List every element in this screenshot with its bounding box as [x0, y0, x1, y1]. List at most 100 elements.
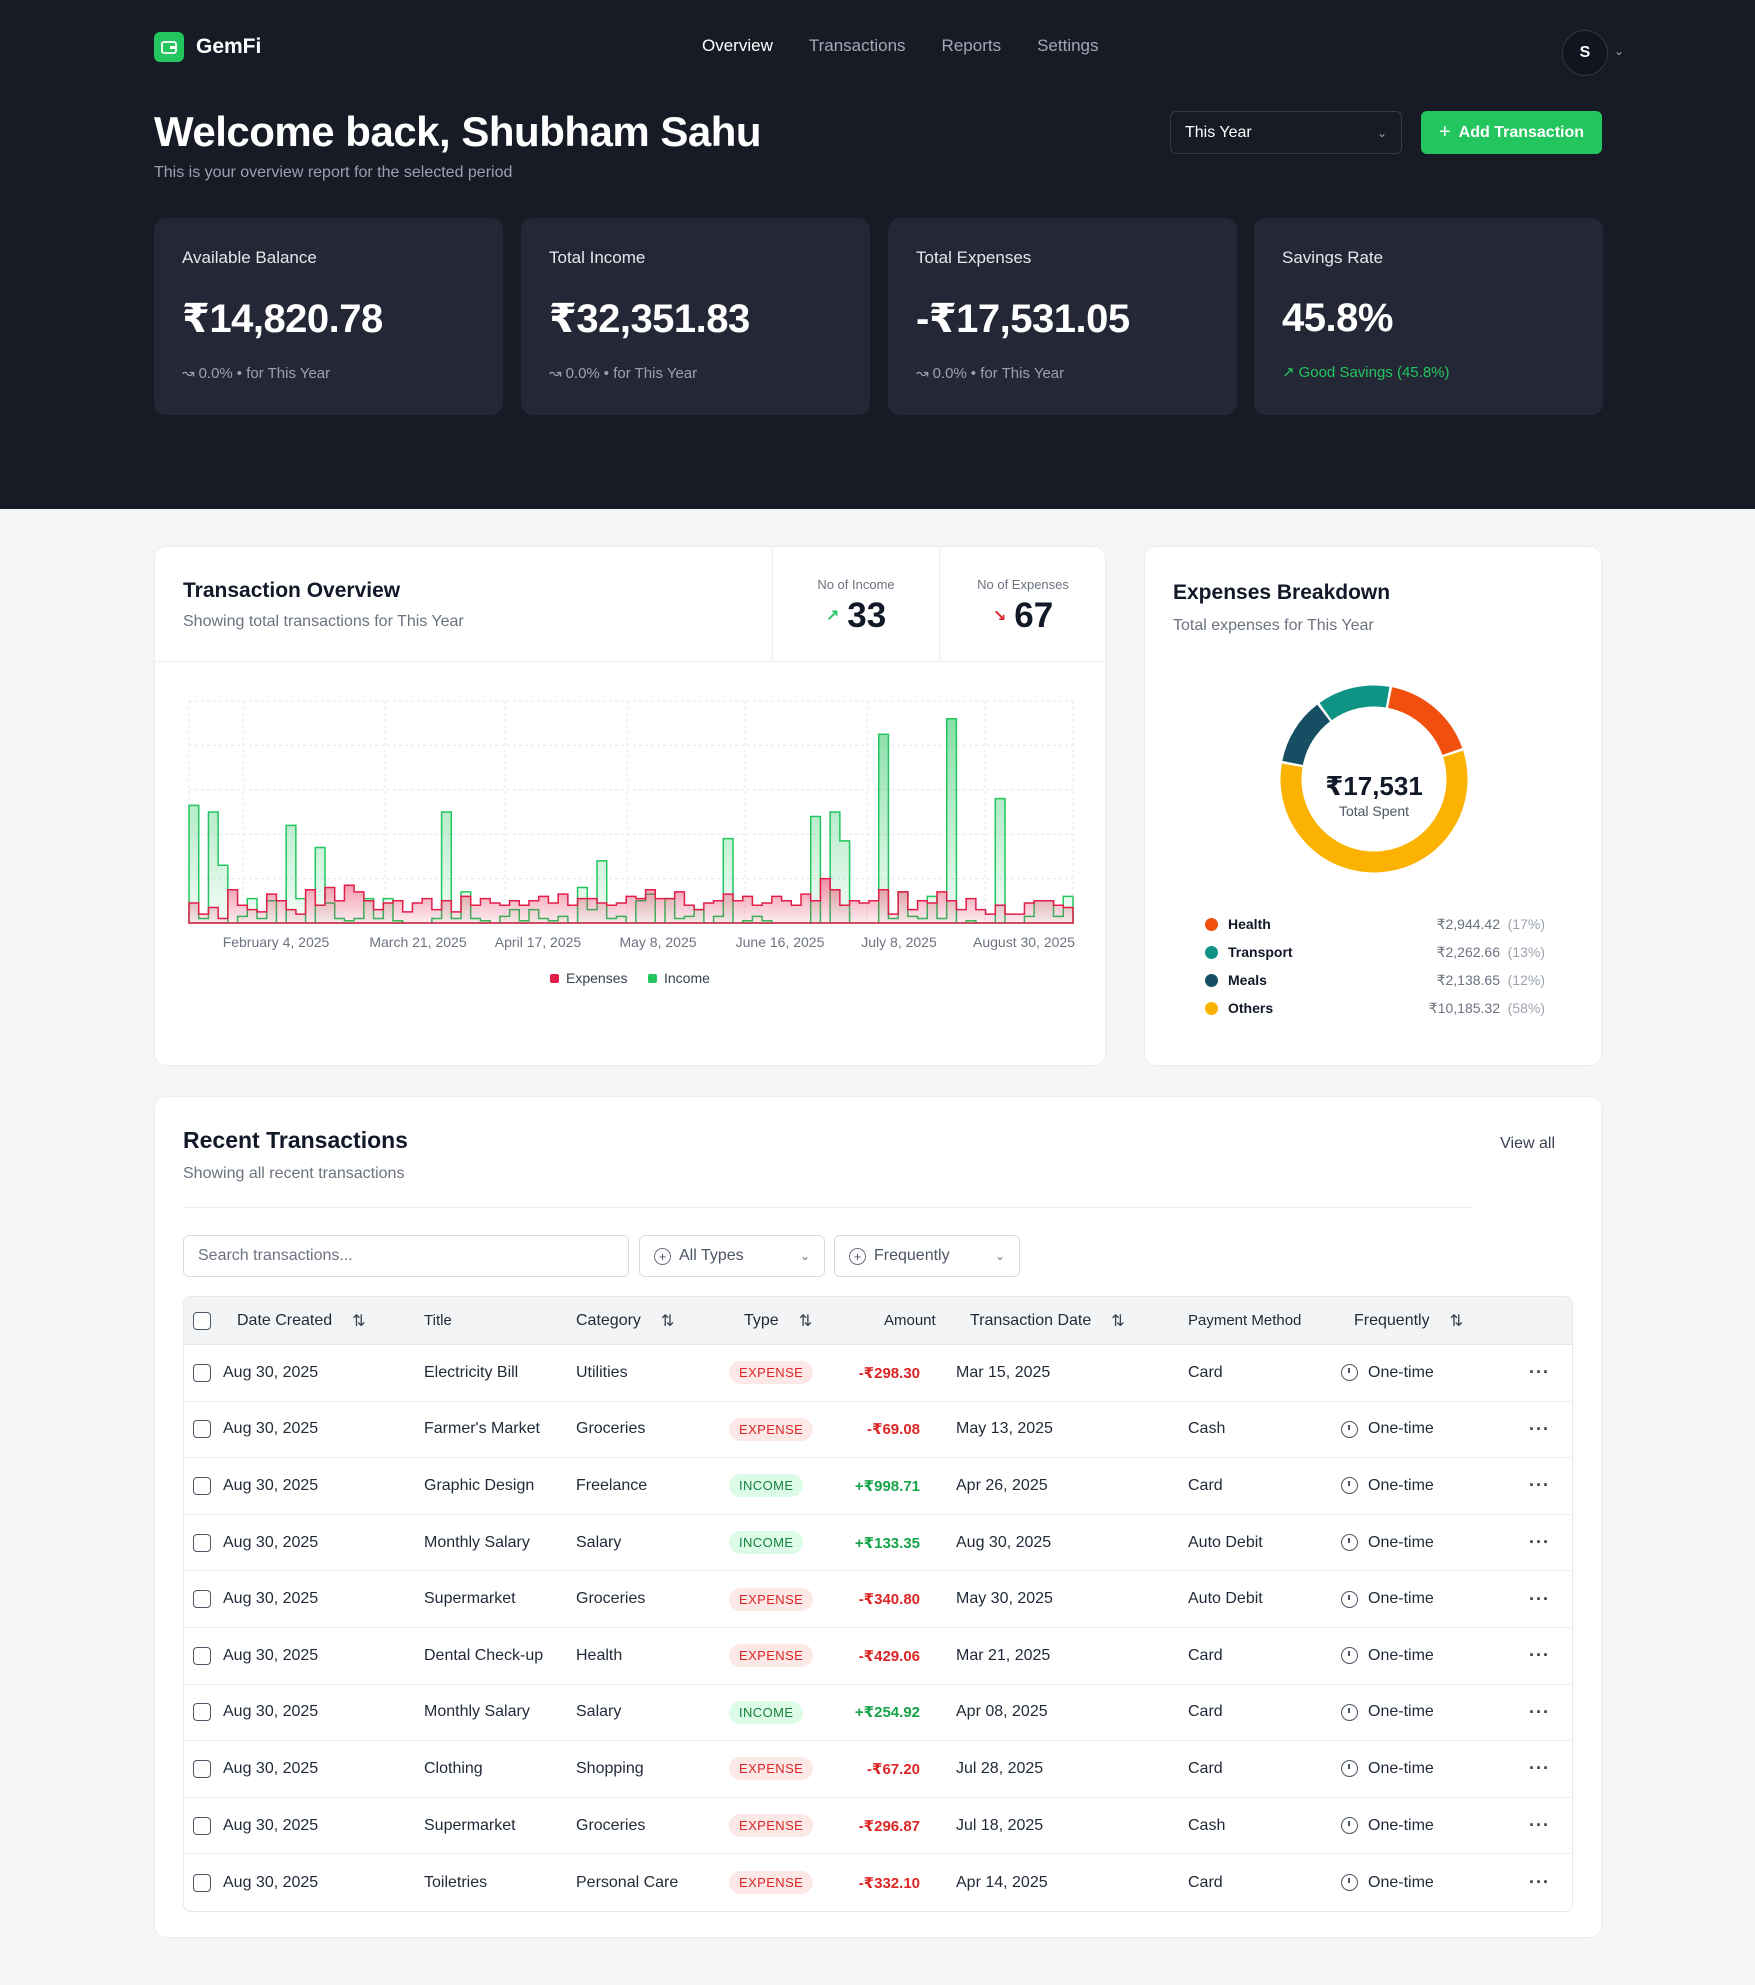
col-transaction-date[interactable]: Transaction Date ⇅: [970, 1297, 1125, 1344]
more-icon[interactable]: ···: [1529, 1645, 1550, 1666]
row-checkbox[interactable]: [193, 1873, 211, 1892]
legend-name: Transport: [1228, 944, 1293, 960]
table-row[interactable]: Aug 30, 2025 Farmer's Market Groceries EXPE…: [184, 1401, 1572, 1459]
category: Freelance: [576, 1476, 648, 1494]
col-date-created[interactable]: Date Created ⇅: [237, 1297, 366, 1344]
table-row[interactable]: Aug 30, 2025 Electricity Bill Utilities EXP…: [184, 1345, 1572, 1402]
chart-legend: Expenses Income: [550, 970, 710, 986]
legend-percent: (17%): [1507, 916, 1545, 932]
legend-item: Transport ₹2,262.66 (13%): [1205, 942, 1545, 962]
more-icon[interactable]: ···: [1529, 1532, 1550, 1553]
top-nav: GemFi Overview Transactions Reports Sett…: [154, 30, 1624, 78]
sort-icon[interactable]: ⇅: [352, 1311, 365, 1331]
period-select[interactable]: This Year ⌄: [1170, 111, 1402, 154]
more-icon[interactable]: ···: [1529, 1758, 1550, 1779]
type-filter[interactable]: + All Types ⌄: [639, 1235, 825, 1277]
x-tick-label: April 17, 2025: [495, 934, 582, 950]
page-subtitle: This is your overview report for the sel…: [154, 164, 513, 181]
type-badge: EXPENSE: [729, 1871, 814, 1895]
avatar[interactable]: S: [1562, 30, 1608, 76]
type-badge: EXPENSE: [729, 1757, 814, 1781]
row-checkbox[interactable]: [193, 1363, 211, 1382]
category: Groceries: [576, 1420, 646, 1438]
nav-overview[interactable]: Overview: [702, 36, 773, 56]
table-row[interactable]: Aug 30, 2025 Monthly Salary Salary INCOME +₹…: [184, 1514, 1572, 1572]
stat-foot: ↝ 0.0% • for This Year: [549, 364, 842, 383]
count-label: No of Expenses: [977, 577, 1069, 592]
frequency-filter[interactable]: + Frequently ⌄: [834, 1235, 1020, 1277]
amount: -₹67.20: [867, 1760, 920, 1778]
frequency: One-time: [1368, 1816, 1434, 1834]
more-icon[interactable]: ···: [1529, 1872, 1550, 1893]
table-row[interactable]: Aug 30, 2025 Toiletries Personal Care EXPEN…: [184, 1854, 1572, 1911]
table-row[interactable]: Aug 30, 2025 Supermarket Groceries EXPENSE -…: [184, 1571, 1572, 1628]
title: Clothing: [424, 1759, 483, 1777]
stat-suffix: • for This Year: [236, 364, 331, 382]
transaction-date: Mar 21, 2025: [956, 1646, 1051, 1664]
category: Groceries: [576, 1590, 646, 1608]
search-input[interactable]: [183, 1235, 629, 1277]
sort-icon[interactable]: ⇅: [1111, 1311, 1124, 1331]
type-badge: INCOME: [729, 1474, 804, 1498]
col-category[interactable]: Category ⇅: [576, 1297, 674, 1344]
clock-icon: [1341, 1590, 1358, 1608]
more-icon[interactable]: ···: [1529, 1419, 1550, 1440]
more-icon[interactable]: ···: [1529, 1362, 1550, 1383]
transaction-date: Apr 08, 2025: [956, 1703, 1048, 1721]
row-checkbox[interactable]: [193, 1476, 211, 1495]
donut-slice-meals: [1282, 704, 1331, 766]
col-title: Title: [424, 1312, 452, 1329]
legend-swatch: [1205, 917, 1218, 931]
amount: +₹254.92: [854, 1704, 920, 1722]
row-checkbox[interactable]: [193, 1646, 211, 1665]
table-row[interactable]: Aug 30, 2025 Monthly Salary Salary INCOME +₹…: [184, 1684, 1572, 1742]
more-icon[interactable]: ···: [1529, 1589, 1550, 1610]
trend-down-icon: ↝: [182, 365, 195, 382]
amount: -₹340.80: [858, 1591, 920, 1609]
payment-method: Auto Debit: [1188, 1533, 1263, 1551]
date-created: Aug 30, 2025: [223, 1476, 319, 1494]
more-icon[interactable]: ···: [1529, 1815, 1550, 1836]
add-transaction-button[interactable]: + Add Transaction: [1421, 111, 1602, 154]
date-created: Aug 30, 2025: [223, 1703, 319, 1721]
row-checkbox[interactable]: [193, 1590, 211, 1609]
more-icon[interactable]: ···: [1529, 1702, 1550, 1723]
title: Electricity Bill: [424, 1363, 519, 1381]
sort-icon[interactable]: ⇅: [661, 1311, 674, 1331]
row-checkbox[interactable]: [193, 1533, 211, 1552]
more-icon[interactable]: ···: [1529, 1475, 1550, 1496]
select-all-checkbox[interactable]: [193, 1311, 211, 1330]
payment-method: Card: [1188, 1646, 1223, 1664]
legend-swatch-income: [648, 974, 657, 983]
col-label: Date Created: [237, 1311, 333, 1329]
date-created: Aug 30, 2025: [223, 1646, 319, 1664]
stat-label: Total Income: [549, 248, 646, 267]
title: Dental Check-up: [424, 1646, 544, 1664]
row-checkbox[interactable]: [193, 1759, 211, 1778]
row-checkbox[interactable]: [193, 1420, 211, 1439]
stat-suffix: • for This Year: [603, 364, 698, 382]
chevron-down-icon[interactable]: ⌄: [1614, 44, 1624, 58]
logo[interactable]: GemFi: [154, 32, 261, 62]
nav-reports[interactable]: Reports: [942, 36, 1002, 56]
sort-icon[interactable]: ⇅: [799, 1311, 812, 1331]
nav-settings[interactable]: Settings: [1037, 36, 1098, 56]
table-row[interactable]: Aug 30, 2025 Dental Check-up Health EXPENSE…: [184, 1627, 1572, 1685]
table-row[interactable]: Aug 30, 2025 Clothing Shopping EXPENSE -₹67.…: [184, 1741, 1572, 1798]
donut-slice-health: [1387, 687, 1463, 756]
category: Salary: [576, 1533, 622, 1551]
add-transaction-label: Add Transaction: [1458, 123, 1585, 141]
legend-amount: ₹2,138.65: [1436, 971, 1500, 988]
sort-icon[interactable]: ⇅: [1450, 1311, 1463, 1331]
row-checkbox[interactable]: [193, 1703, 211, 1722]
stat-card-income: Total Income ₹32,351.83 ↝ 0.0% • for This …: [521, 218, 870, 415]
col-frequently[interactable]: Frequently ⇅: [1354, 1297, 1463, 1344]
table-row[interactable]: Aug 30, 2025 Supermarket Groceries EXPENSE -…: [184, 1797, 1572, 1855]
table-row[interactable]: Aug 30, 2025 Graphic Design Freelance INCOM…: [184, 1458, 1572, 1515]
frequency: One-time: [1368, 1703, 1434, 1721]
view-all-link[interactable]: View all: [1500, 1135, 1555, 1153]
legend-amount: ₹2,262.66: [1436, 943, 1500, 960]
nav-transactions[interactable]: Transactions: [809, 36, 906, 56]
row-checkbox[interactable]: [193, 1816, 211, 1835]
col-type[interactable]: Type ⇅: [744, 1297, 812, 1344]
